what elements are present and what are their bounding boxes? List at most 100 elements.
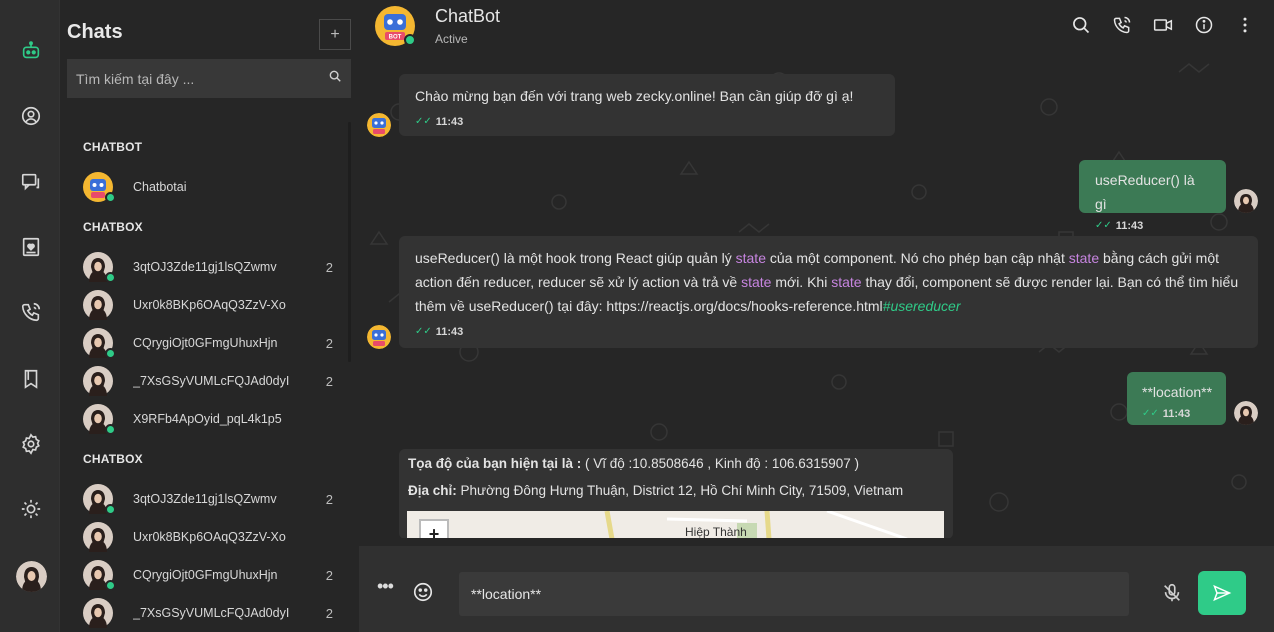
double-check-icon: ✓✓ — [415, 116, 432, 127]
robot-logo-icon[interactable] — [18, 38, 44, 64]
search-icon[interactable] — [1070, 14, 1092, 36]
bot-message-avatar — [367, 325, 391, 349]
list-item[interactable]: Uxr0k8BKp6OAqQ3ZzV-Xo — [83, 519, 333, 555]
chat-name: Uxr0k8BKp6OAqQ3ZzV-Xo — [133, 298, 286, 312]
phone-call-icon[interactable] — [1111, 14, 1133, 36]
user-avatar[interactable] — [16, 561, 47, 592]
video-call-icon[interactable] — [1152, 14, 1174, 36]
info-icon[interactable] — [1193, 14, 1215, 36]
location-message: Tọa độ của bạn hiện tại là : ( Vĩ độ :10… — [399, 449, 953, 538]
emoji-icon[interactable] — [412, 581, 434, 603]
search-box[interactable]: Tìm kiếm tại đây ... — [67, 59, 351, 98]
conversation-title: ChatBot — [435, 6, 501, 26]
contact-avatar — [83, 404, 116, 435]
chat-name: _7XsGSyVUMLcFQJAd0dyI — [133, 374, 290, 388]
new-chat-button[interactable]: + — [319, 19, 351, 50]
contact-avatar — [83, 522, 113, 552]
more-options-button[interactable]: ••• — [377, 576, 394, 597]
message-area[interactable]: Chào mừng bạn đến với trang web zecky.on… — [359, 52, 1274, 538]
chat-name: CQrygiOjt0GFmgUhuxHjn — [133, 336, 278, 350]
message-text: Chào mừng bạn đến với trang web zecky.on… — [415, 88, 854, 104]
contact-avatar — [83, 484, 116, 515]
list-item[interactable]: _7XsGSyVUMLcFQJAd0dyI 2 — [83, 363, 333, 399]
online-indicator — [105, 424, 116, 435]
double-check-icon: ✓✓ — [1142, 408, 1159, 419]
list-item[interactable]: 3qtOJ3Zde11gj1lsQZwmv 2 — [83, 481, 333, 517]
bot-message-avatar — [367, 113, 391, 137]
user-message-avatar — [1234, 189, 1258, 213]
unread-badge: 2 — [325, 491, 333, 507]
conversation-status: Active — [435, 32, 468, 46]
contact-avatar — [83, 366, 113, 396]
unread-badge: 2 — [325, 567, 333, 583]
online-indicator — [105, 348, 116, 359]
chats-icon[interactable] — [18, 169, 44, 195]
theme-sun-icon[interactable] — [18, 496, 44, 522]
list-item[interactable]: X9RFb4ApOyid_pqL4k1p5 — [83, 401, 333, 437]
coordinates-line: Tọa độ của bạn hiện tại là : ( Vĩ độ :10… — [408, 456, 859, 471]
chat-app: Chats + Tìm kiếm tại đây ... CHATBOT Cha… — [0, 0, 1274, 632]
list-item[interactable]: CQrygiOjt0GFmgUhuxHjn 2 — [83, 325, 333, 361]
online-indicator — [105, 192, 116, 203]
contact-avatar — [83, 598, 113, 628]
bookmark-icon[interactable] — [18, 366, 44, 392]
map-place-label: Hiệp Thành — [685, 525, 747, 538]
unread-badge: 2 — [325, 259, 333, 275]
list-item[interactable]: _7XsGSyVUMLcFQJAd0dyI 2 — [83, 595, 333, 631]
online-indicator — [404, 34, 416, 46]
chat-name: Uxr0k8BKp6OAqQ3ZzV-Xo — [133, 530, 286, 544]
user-message: **location** ✓✓ 11:43 — [1127, 372, 1226, 425]
contact-avatar — [83, 560, 116, 591]
more-vertical-icon[interactable] — [1234, 14, 1256, 36]
section-chatbox: CHATBOX — [83, 220, 143, 234]
chat-name: 3qtOJ3Zde11gj1lsQZwmv — [133, 260, 277, 274]
nav-rail — [0, 0, 60, 632]
favorites-icon[interactable] — [18, 234, 44, 260]
send-button[interactable] — [1198, 571, 1246, 615]
search-input[interactable]: Tìm kiếm tại đây ... — [76, 71, 328, 87]
header-actions — [1070, 14, 1256, 36]
profile-icon[interactable] — [18, 103, 44, 129]
online-indicator — [105, 272, 116, 283]
map-tiles — [604, 511, 908, 538]
list-item[interactable]: CQrygiOjt0GFmgUhuxHjn 2 — [83, 557, 333, 593]
contact-avatar — [83, 290, 113, 320]
user-message-avatar — [1234, 401, 1258, 425]
online-indicator — [105, 504, 116, 515]
chat-name: _7XsGSyVUMLcFQJAd0dyI — [133, 606, 290, 620]
settings-gear-icon[interactable] — [18, 431, 44, 457]
list-item[interactable]: 3qtOJ3Zde11gj1lsQZwmv 2 — [83, 249, 333, 285]
message-time: ✓✓ 11:43 — [1142, 402, 1211, 426]
map-zoom-in-button[interactable]: + — [419, 519, 449, 538]
section-chatbot: CHATBOT — [83, 140, 143, 154]
double-check-icon: ✓✓ — [1095, 220, 1112, 231]
user-message: useReducer() là gì ✓✓ 11:43 — [1079, 160, 1226, 232]
unread-badge: 2 — [325, 605, 333, 621]
contact-avatar — [83, 328, 116, 359]
hashtag-link[interactable]: #usereducer — [883, 298, 961, 314]
location-map[interactable]: + Hiệp Thành — [407, 511, 944, 538]
search-icon[interactable] — [328, 69, 342, 88]
message-time: ✓✓ 11:43 — [415, 110, 879, 134]
calls-icon[interactable] — [18, 299, 44, 325]
bot-message: Chào mừng bạn đến với trang web zecky.on… — [399, 74, 895, 136]
message-input[interactable]: **location** — [459, 572, 1129, 616]
bot-avatar — [83, 172, 116, 203]
section-chatbox: CHATBOX — [83, 452, 143, 466]
chat-name: X9RFb4ApOyid_pqL4k1p5 — [133, 412, 282, 426]
message-text: useReducer() là một hook trong React giú… — [415, 250, 1239, 314]
conversation-header: BOT ChatBot Active — [359, 0, 1274, 52]
message-time: ✓✓ 11:43 — [415, 320, 1242, 344]
chat-name: CQrygiOjt0GFmgUhuxHjn — [133, 568, 278, 582]
chat-name: 3qtOJ3Zde11gj1lsQZwmv — [133, 492, 277, 506]
mic-off-icon[interactable] — [1161, 582, 1183, 604]
list-item[interactable]: Uxr0k8BKp6OAqQ3ZzV-Xo — [83, 287, 333, 323]
list-item[interactable]: Chatbotai — [83, 169, 333, 205]
bot-badge-text: BOT — [389, 35, 402, 41]
message-time: ✓✓ 11:43 — [1095, 214, 1210, 238]
send-icon — [1213, 584, 1232, 602]
online-indicator — [105, 580, 116, 591]
message-composer: ••• **location** — [359, 546, 1274, 632]
unread-badge: 2 — [325, 335, 333, 351]
chat-list-scrollbar[interactable] — [348, 122, 351, 362]
